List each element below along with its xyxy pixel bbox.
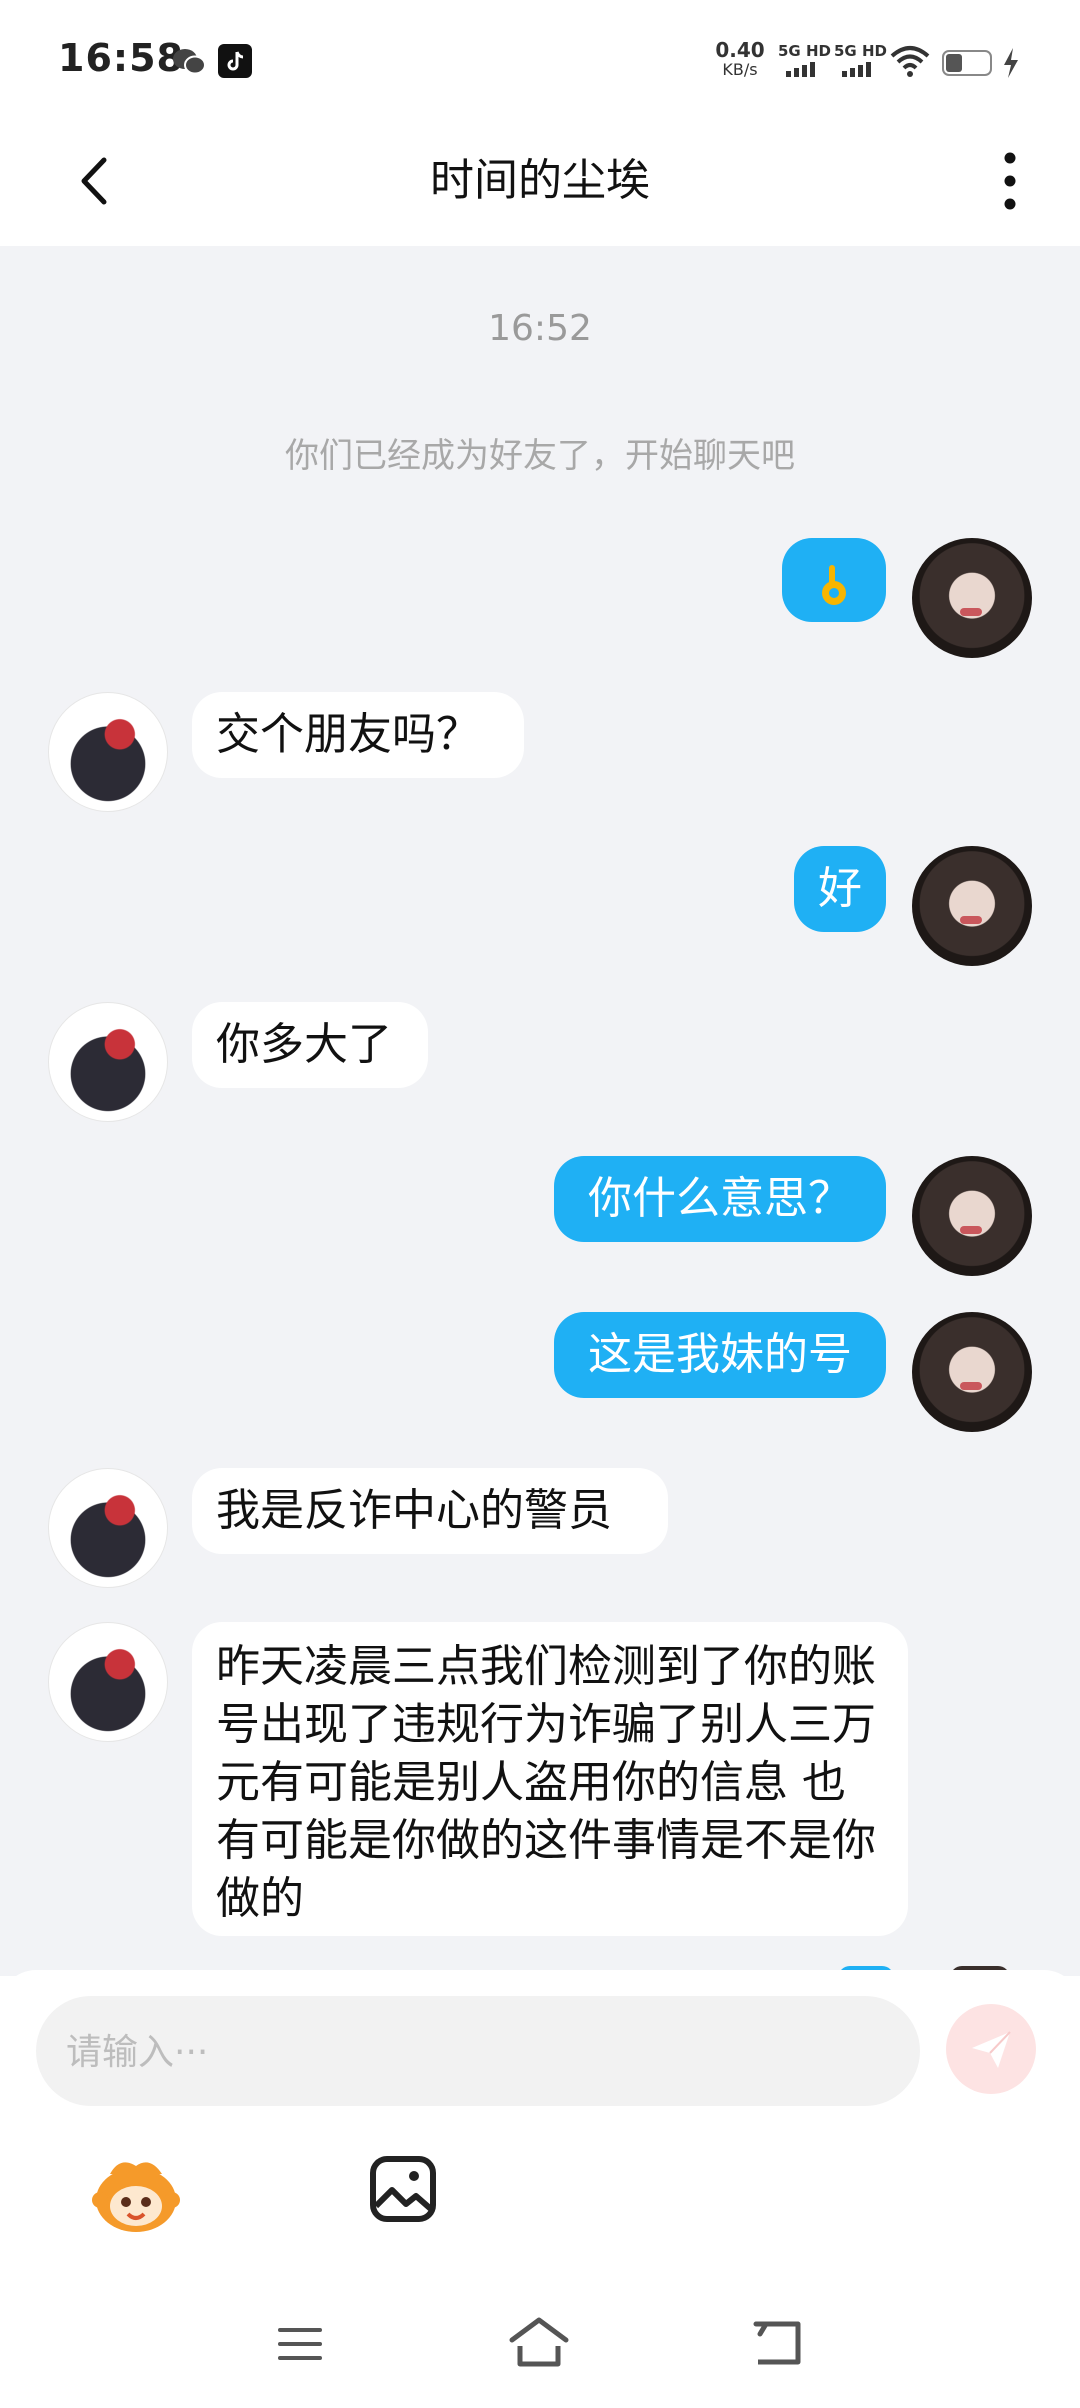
my-avatar[interactable] [912, 1156, 1032, 1276]
my-message-bubble[interactable]: 你什么意思？ [554, 1156, 886, 1242]
message-input[interactable] [64, 1996, 888, 2108]
sim1-signal-icon [786, 62, 815, 77]
message-text: 你什么意思？ [588, 1173, 852, 1224]
chat-title: 时间的尘埃 [430, 155, 650, 206]
contact-avatar[interactable] [48, 692, 168, 812]
back-icon[interactable] [752, 2320, 804, 2366]
tiktok-icon [218, 44, 252, 78]
sim1-label: 5G HD [778, 42, 831, 60]
home-icon[interactable] [508, 2316, 570, 2368]
contact-avatar[interactable] [48, 1002, 168, 1122]
chat-area[interactable]: 16:52 你们已经成为好友了，开始聊天吧 交个朋友吗？ 好 你多大了 你什么意… [0, 246, 1080, 1976]
contact-message-bubble[interactable]: 我是反诈中心的警员 [192, 1468, 668, 1554]
emoji-mascot-icon[interactable] [90, 2152, 182, 2236]
message-text: 我是反诈中心的警员 [216, 1485, 612, 1536]
my-message-bubble[interactable] [782, 538, 886, 622]
contact-avatar[interactable] [48, 1468, 168, 1588]
ok-hand-emoji-icon [822, 565, 846, 605]
chat-header: 时间的尘埃 [0, 120, 1080, 246]
contact-message-bubble[interactable]: 昨天凌晨三点我们检测到了你的账号出现了违规行为诈骗了别人三万元有可能是别人盗用你… [192, 1622, 908, 1936]
net-speed: 0.40 KB/s [712, 40, 768, 80]
menu-icon[interactable] [276, 2324, 324, 2364]
wechat-icon [173, 49, 206, 75]
message-text: 这是我妹的号 [588, 1329, 852, 1380]
system-nav-bar [0, 2270, 1080, 2408]
send-button[interactable] [946, 2004, 1036, 2094]
net-speed-value: 0.40 [715, 38, 765, 62]
message-timestamp: 16:52 [488, 308, 592, 349]
sim2-label: 5G HD [834, 42, 887, 60]
my-avatar[interactable] [912, 538, 1032, 658]
battery-icon [942, 50, 992, 76]
system-note: 你们已经成为好友了，开始聊天吧 [285, 436, 795, 476]
charging-icon [1004, 48, 1018, 78]
message-text: 你多大了 [216, 1019, 392, 1070]
contact-message-bubble[interactable]: 你多大了 [192, 1002, 428, 1088]
status-time: 16:58 [58, 36, 184, 80]
wifi-icon [890, 46, 930, 77]
send-icon [972, 2031, 1011, 2068]
status-bar: 16:58 0.40 KB/s 5G HD 5G HD [0, 0, 1080, 120]
my-message-bubble[interactable]: 这是我妹的号 [554, 1312, 886, 1398]
my-avatar[interactable] [912, 1312, 1032, 1432]
message-input-box[interactable] [36, 1996, 920, 2108]
message-text: 好 [818, 863, 862, 914]
net-speed-unit: KB/s [722, 60, 758, 79]
contact-message-bubble[interactable]: 交个朋友吗？ [192, 692, 524, 778]
my-message-bubble[interactable]: 好 [794, 846, 886, 932]
my-avatar[interactable] [912, 846, 1032, 966]
message-text: 交个朋友吗？ [216, 709, 480, 760]
image-icon[interactable] [368, 2154, 438, 2224]
sim2-signal-icon [842, 62, 871, 77]
message-text: 昨天凌晨三点我们检测到了你的账号出现了违规行为诈骗了别人三万元有可能是别人盗用你… [216, 1641, 876, 1924]
contact-avatar[interactable] [48, 1622, 168, 1742]
input-panel [0, 1970, 1080, 2270]
more-vertical-icon[interactable] [990, 144, 1030, 218]
